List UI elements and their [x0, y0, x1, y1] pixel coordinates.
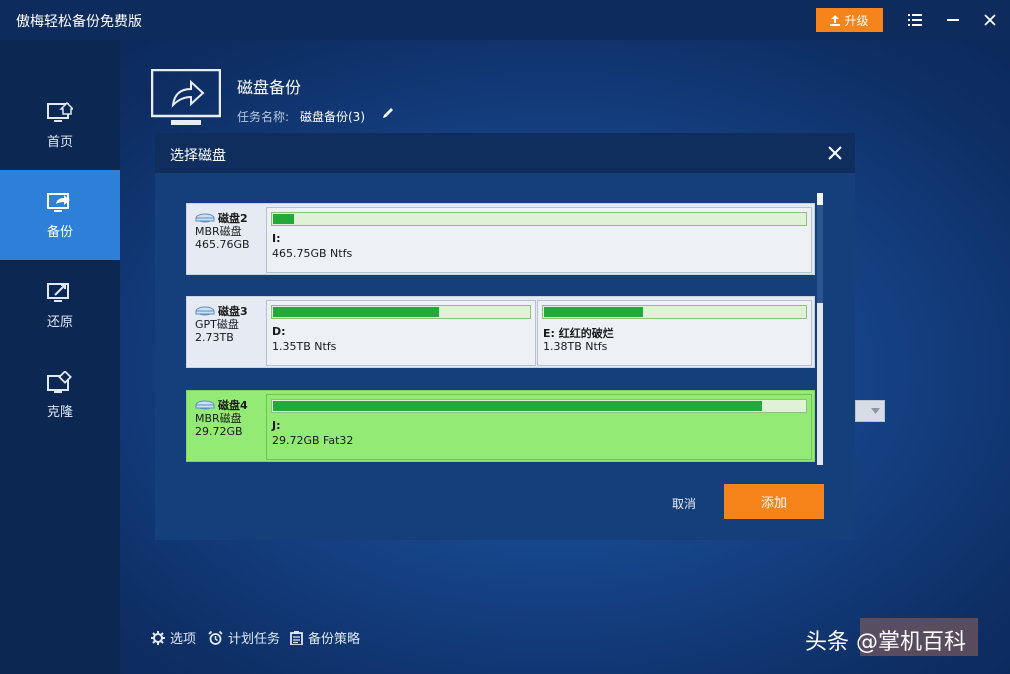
options-label: 选项	[170, 632, 197, 647]
backup-strategy-label: 备份策略	[308, 632, 361, 647]
usage-bar	[271, 305, 531, 319]
minimize-icon[interactable]	[941, 8, 965, 32]
partition[interactable]: D: 1.35TB Ntfs	[266, 300, 536, 366]
partition-name: D:	[272, 325, 286, 338]
home-monitor-icon	[47, 101, 73, 122]
hard-disk-icon	[195, 213, 215, 222]
usage-bar	[542, 305, 807, 319]
page-title: 磁盘备份	[237, 78, 302, 97]
backup-monitor-icon	[47, 192, 70, 212]
partition-name: E: 红红的破烂	[543, 327, 614, 340]
chevron-down-icon	[871, 408, 880, 414]
disk-row[interactable]: 磁盘3 GPT磁盘 2.73TB D: 1.35TB Ntfs E: 红红的破烂…	[186, 296, 815, 368]
menu-list-icon[interactable]	[903, 8, 927, 32]
partition-detail: 1.38TB Ntfs	[543, 340, 608, 353]
usage-bar-fill	[544, 307, 644, 317]
disk-type: MBR磁盘	[195, 225, 242, 238]
cancel-button[interactable]: 取消	[672, 495, 696, 512]
schedule-button[interactable]: 计划任务	[208, 628, 280, 647]
disk-type: GPT磁盘	[195, 318, 239, 331]
partition-name: I:	[272, 232, 281, 245]
disk-size: 29.72GB	[195, 425, 243, 438]
usage-bar-fill	[273, 401, 763, 411]
disk-size: 465.76GB	[195, 238, 250, 251]
usage-bar	[271, 399, 807, 413]
select-disk-dialog: 选择磁盘 磁盘2 MBR磁盘 465.76GB I: 465.75GB Ntfs	[155, 133, 855, 540]
usage-bar	[271, 212, 807, 226]
backup-strategy-button[interactable]: 备份策略	[290, 628, 360, 647]
disk-row[interactable]: 磁盘2 MBR磁盘 465.76GB I: 465.75GB Ntfs	[186, 203, 815, 275]
partition[interactable]: J: 29.72GB Fat32	[266, 394, 812, 460]
partition-detail: 1.35TB Ntfs	[272, 340, 337, 353]
close-window-icon[interactable]	[978, 8, 1002, 32]
dialog-title: 选择磁盘	[170, 148, 226, 164]
app-title: 傲梅轻松备份免费版	[16, 14, 142, 30]
disk-list: 磁盘2 MBR磁盘 465.76GB I: 465.75GB Ntfs 磁盘3 …	[186, 193, 826, 465]
edit-pencil-icon[interactable]	[382, 107, 394, 119]
task-name-label: 任务名称:	[237, 110, 290, 124]
disk-info: 磁盘2 MBR磁盘 465.76GB	[195, 212, 265, 251]
disk-size: 2.73TB	[195, 331, 234, 344]
sidebar-item-home[interactable]: 首页	[0, 80, 120, 170]
hard-disk-icon	[195, 400, 215, 409]
upgrade-arrow-icon	[830, 14, 841, 26]
task-name-value: 磁盘备份(3)	[300, 110, 365, 124]
hard-disk-icon	[195, 306, 215, 315]
upgrade-label: 升级	[844, 13, 869, 28]
dropdown-partial[interactable]	[855, 400, 885, 422]
disk-name: 磁盘3	[218, 305, 248, 318]
disk-type: MBR磁盘	[195, 412, 242, 425]
sidebar-item-label: 还原	[46, 314, 73, 330]
scrollbar-thumb[interactable]	[817, 303, 823, 465]
scrollbar-top	[817, 193, 823, 205]
watermark: 头条 @掌机百科	[805, 630, 966, 655]
partition-name: J:	[272, 419, 281, 432]
clipboard-icon	[290, 630, 303, 645]
usage-bar-fill	[273, 307, 440, 317]
disk-name: 磁盘4	[218, 399, 248, 412]
alarm-clock-icon	[208, 630, 223, 645]
partition-detail: 465.75GB Ntfs	[272, 247, 353, 260]
sidebar-item-label: 备份	[46, 224, 73, 240]
disk-info: 磁盘3 GPT磁盘 2.73TB	[195, 305, 265, 344]
clone-icon	[47, 370, 72, 393]
restore-monitor-icon	[47, 282, 69, 302]
dialog-header: 选择磁盘	[155, 133, 855, 173]
partition[interactable]: I: 465.75GB Ntfs	[266, 207, 812, 273]
sidebar: 首页 备份 还原 克隆	[0, 40, 120, 674]
sidebar-item-label: 首页	[46, 134, 73, 150]
gear-icon	[151, 630, 165, 645]
close-icon[interactable]	[825, 143, 845, 163]
partition-detail: 29.72GB Fat32	[272, 434, 354, 447]
disk-backup-icon	[151, 69, 221, 125]
disk-name: 磁盘2	[218, 212, 248, 225]
sidebar-item-clone[interactable]: 克隆	[0, 350, 120, 440]
upgrade-button[interactable]: 升级	[816, 8, 883, 32]
sidebar-item-backup[interactable]: 备份	[0, 170, 120, 260]
options-button[interactable]: 选项	[151, 628, 196, 647]
title-bar: 傲梅轻松备份免费版 升级	[0, 0, 1010, 40]
sidebar-item-label: 克隆	[46, 404, 73, 420]
disk-info: 磁盘4 MBR磁盘 29.72GB	[195, 399, 265, 438]
sidebar-item-restore[interactable]: 还原	[0, 260, 120, 350]
schedule-label: 计划任务	[228, 632, 281, 647]
usage-bar-fill	[273, 214, 295, 224]
partition[interactable]: E: 红红的破烂 1.38TB Ntfs	[537, 300, 812, 366]
disk-row-selected[interactable]: 磁盘4 MBR磁盘 29.72GB J: 29.72GB Fat32	[186, 390, 815, 462]
add-button[interactable]: 添加	[724, 484, 824, 519]
